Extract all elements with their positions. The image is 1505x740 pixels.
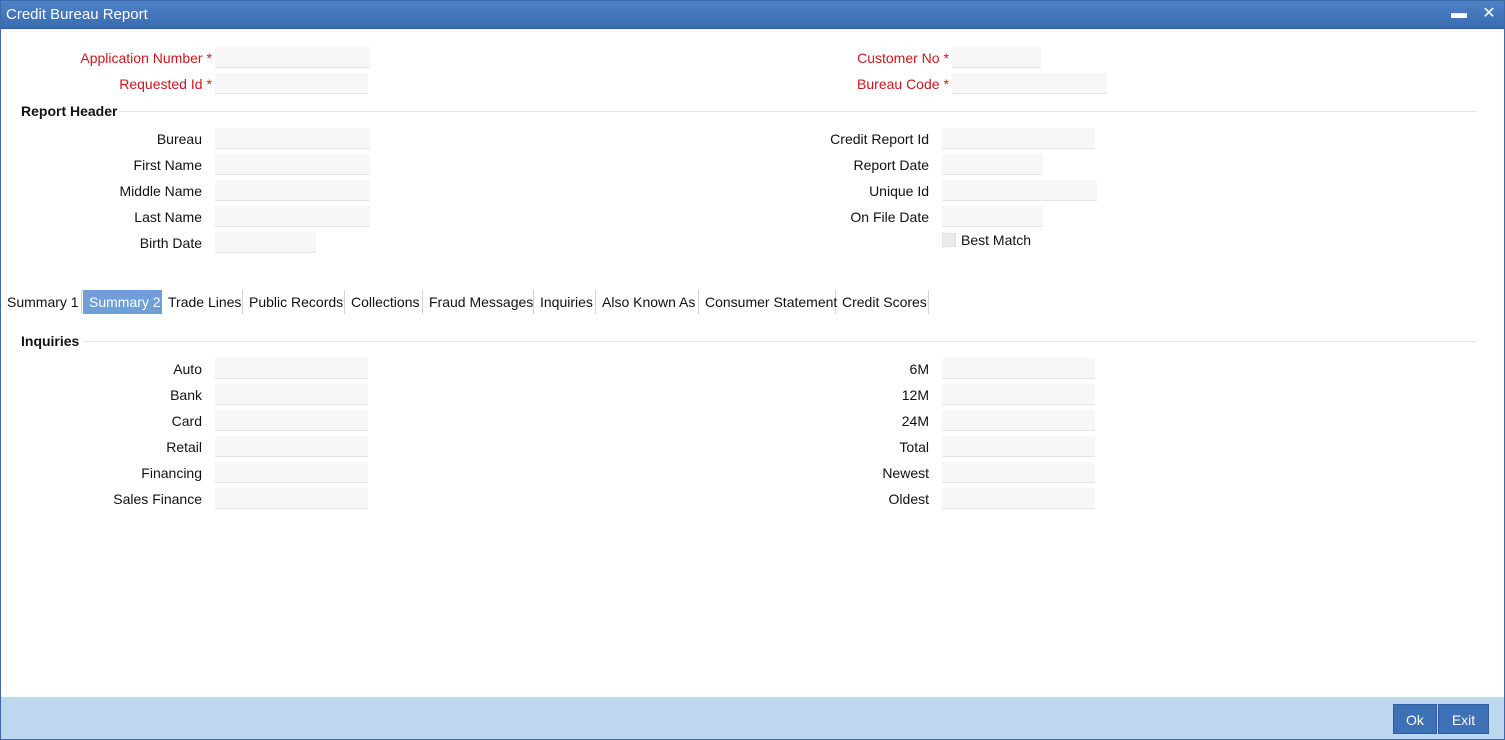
requested-id-field[interactable] [215, 73, 368, 94]
inquiries-title: Inquiries [21, 333, 80, 349]
application-number-label: Application Number * [80, 50, 212, 66]
customer-no-field[interactable] [952, 47, 1041, 68]
best-match-label: Best Match [961, 232, 1032, 248]
tab-inquiries[interactable]: Inquiries [534, 290, 596, 314]
financing-field[interactable] [215, 462, 368, 483]
middle-name-label: Middle Name [119, 183, 202, 199]
credit-report-id-label: Credit Report Id [830, 131, 929, 147]
required-marker: * [943, 76, 949, 92]
6m-field[interactable] [942, 358, 1095, 379]
bureau-field[interactable] [215, 128, 370, 149]
credit-bureau-report-window: Credit Bureau Report ▬ ✕ Application Num… [0, 0, 1505, 740]
12m-label: 12M [901, 387, 929, 403]
oldest-field[interactable] [942, 488, 1095, 509]
divider [119, 111, 1476, 112]
24m-field[interactable] [942, 410, 1095, 431]
tab-consumer-statement[interactable]: Consumer Statement [699, 290, 837, 314]
on-file-date-field[interactable] [942, 206, 1043, 227]
first-name-label: First Name [133, 157, 202, 173]
window-title: Credit Bureau Report [6, 6, 148, 23]
title-bar: Credit Bureau Report ▬ ✕ [1, 1, 1504, 29]
financing-label: Financing [141, 465, 202, 481]
bureau-code-field[interactable] [952, 73, 1107, 94]
unique-id-field[interactable] [942, 180, 1097, 201]
required-marker: * [206, 50, 212, 66]
requested-id-label: Requested Id * [119, 76, 212, 92]
footer-bar: Ok Exit [1, 697, 1504, 739]
first-name-field[interactable] [215, 154, 370, 175]
on-file-date-label: On File Date [850, 209, 929, 225]
required-marker: * [943, 50, 949, 66]
birth-date-field[interactable] [215, 232, 316, 253]
best-match-checkbox[interactable] [942, 233, 956, 247]
newest-field[interactable] [942, 462, 1095, 483]
tab-trade-lines[interactable]: Trade Lines [162, 290, 243, 314]
bank-field[interactable] [215, 384, 368, 405]
close-icon[interactable]: ✕ [1478, 4, 1500, 24]
12m-field[interactable] [942, 384, 1095, 405]
tab-also-known-as[interactable]: Also Known As [596, 290, 699, 314]
birth-date-label: Birth Date [139, 235, 202, 251]
tab-summary-1[interactable]: Summary 1 [1, 290, 82, 314]
oldest-label: Oldest [888, 491, 929, 507]
card-field[interactable] [215, 410, 368, 431]
minimize-icon[interactable]: ▬ [1448, 4, 1470, 24]
tab-fraud-messages[interactable]: Fraud Messages [423, 290, 534, 314]
retail-label: Retail [166, 439, 202, 455]
credit-report-id-field[interactable] [942, 128, 1095, 149]
exit-button[interactable]: Exit [1438, 704, 1489, 734]
tab-public-records[interactable]: Public Records [243, 290, 345, 314]
retail-field[interactable] [215, 436, 368, 457]
tab-summary-2[interactable]: Summary 2 [83, 290, 162, 314]
report-date-field[interactable] [942, 154, 1043, 175]
report-date-label: Report Date [853, 157, 929, 173]
total-field[interactable] [942, 436, 1095, 457]
sales-finance-label: Sales Finance [113, 491, 202, 507]
customer-no-label: Customer No * [857, 50, 949, 66]
unique-id-label: Unique Id [869, 183, 929, 199]
sales-finance-field[interactable] [215, 488, 368, 509]
last-name-label: Last Name [134, 209, 202, 225]
divider [83, 341, 1476, 342]
ok-button[interactable]: Ok [1393, 704, 1437, 734]
24m-label: 24M [901, 413, 929, 429]
required-marker: * [206, 76, 212, 92]
middle-name-field[interactable] [215, 180, 370, 201]
bureau-code-label: Bureau Code * [857, 76, 949, 92]
6m-label: 6M [909, 361, 929, 377]
tab-credit-scores[interactable]: Credit Scores [836, 290, 929, 314]
newest-label: Newest [882, 465, 929, 481]
bank-label: Bank [170, 387, 202, 403]
auto-field[interactable] [215, 358, 368, 379]
last-name-field[interactable] [215, 206, 370, 227]
report-header-title: Report Header [21, 103, 118, 119]
auto-label: Auto [173, 361, 202, 377]
application-number-field[interactable] [215, 47, 370, 68]
tab-collections[interactable]: Collections [345, 290, 423, 314]
total-label: Total [899, 439, 929, 455]
bureau-label: Bureau [156, 131, 202, 147]
card-label: Card [171, 413, 202, 429]
